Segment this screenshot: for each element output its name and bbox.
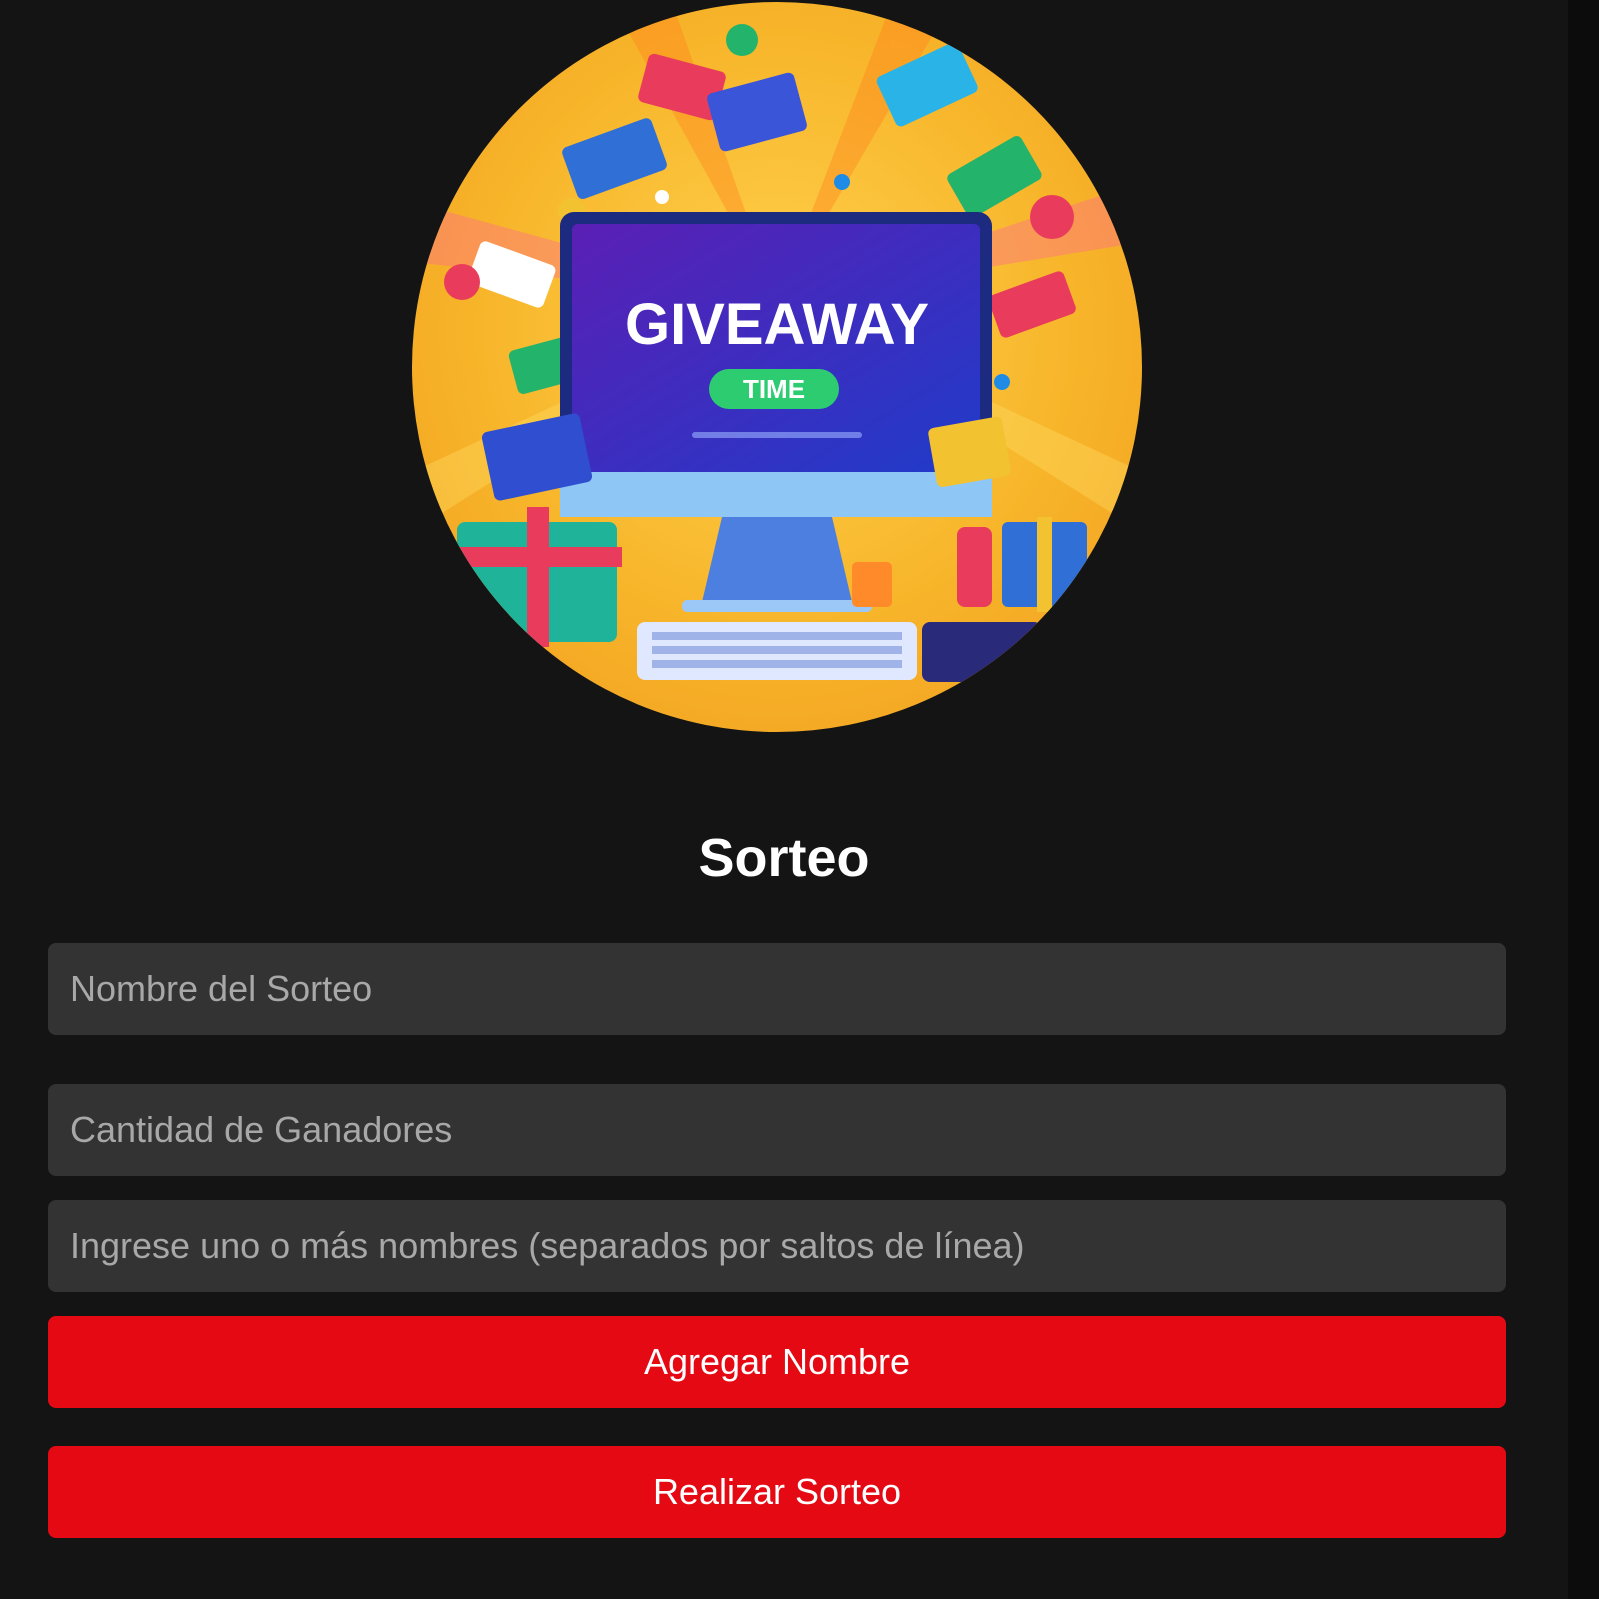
giveaway-headline: GIVEAWAY [625, 292, 929, 357]
add-name-button[interactable]: Agregar Nombre [48, 1316, 1506, 1408]
winners-count-input[interactable] [48, 1084, 1506, 1176]
giveaway-illustration: GIVEAWAY TIME [412, 2, 1142, 732]
giveaway-badge: TIME [743, 374, 805, 404]
raffle-name-input[interactable] [48, 943, 1506, 1035]
page-title: Sorteo [698, 828, 870, 888]
giveaway-page: GIVEAWAY TIME Sorteo Agregar Nombre Real… [0, 0, 1568, 1599]
participants-names-textarea[interactable] [48, 1200, 1506, 1292]
page-scrollbar[interactable] [1568, 0, 1599, 1599]
perform-draw-button[interactable]: Realizar Sorteo [48, 1446, 1506, 1538]
giveaway-illustration-art: GIVEAWAY TIME [412, 2, 1142, 682]
